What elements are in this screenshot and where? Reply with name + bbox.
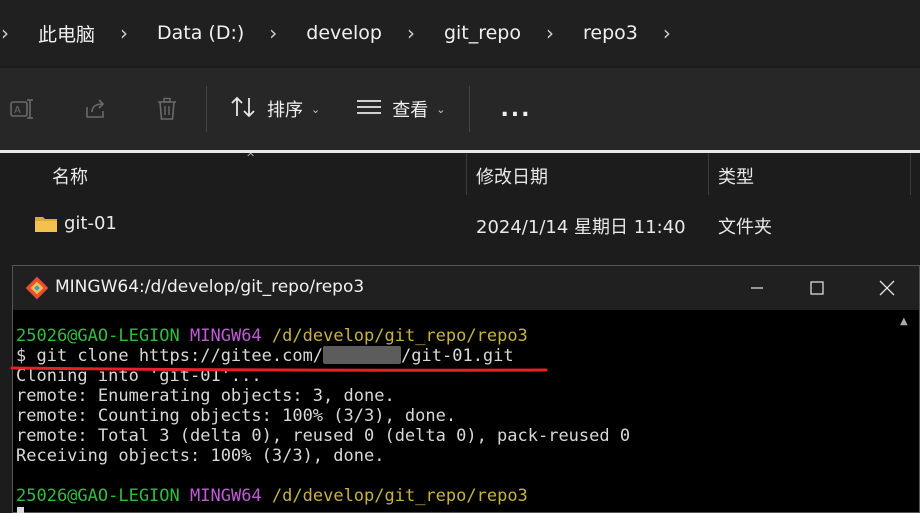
prompt-line: 25026@GAO-LEGION MINGW64 /d/develop/git_… xyxy=(16,486,896,506)
column-separator[interactable] xyxy=(910,153,911,195)
prompt-user: 25026@GAO-LEGION xyxy=(16,486,180,506)
column-separator[interactable] xyxy=(466,153,467,195)
command-bar: A 排序 ⌄ 查看 ⌄ ... xyxy=(0,68,920,150)
breadcrumb-repo3[interactable]: repo3 xyxy=(577,22,658,44)
output-line: remote: Enumerating objects: 3, done. xyxy=(16,386,395,406)
breadcrumb-chevron-icon[interactable]: › xyxy=(264,21,282,45)
output-line: remote: Counting objects: 100% (3/3), do… xyxy=(16,406,457,426)
output-line: Receiving objects: 100% (3/3), done. xyxy=(16,446,385,466)
share-icon[interactable] xyxy=(72,86,118,132)
svg-text:A: A xyxy=(14,105,21,116)
table-row[interactable]: git-01 2024/1/14 星期日 11:40 文件夹 xyxy=(0,203,920,245)
breadcrumb-data-drive[interactable]: Data (D:) xyxy=(151,22,264,44)
more-options-button[interactable]: ... xyxy=(482,97,549,122)
output-line: remote: Total 3 (delta 0), reused 0 (del… xyxy=(16,426,631,446)
prompt-env: MINGW64 xyxy=(190,486,262,506)
prompt-user: 25026@GAO-LEGION xyxy=(16,326,180,346)
breadcrumb-this-pc[interactable]: 此电脑 xyxy=(32,20,115,47)
column-header-name[interactable]: 名称 xyxy=(52,163,88,189)
file-modified: 2024/1/14 星期日 11:40 xyxy=(476,217,686,238)
prompt-path: /d/develop/git_repo/repo3 xyxy=(271,326,528,346)
sort-label: 排序 xyxy=(267,100,303,121)
breadcrumb-git-repo[interactable]: git_repo xyxy=(438,22,541,44)
prompt-env: MINGW64 xyxy=(190,326,262,346)
column-header-modified[interactable]: 修改日期 xyxy=(476,163,548,189)
empty-line xyxy=(16,466,896,486)
toolbar-divider xyxy=(206,86,207,132)
breadcrumb-develop[interactable]: develop xyxy=(300,22,402,44)
sort-ascending-icon: ^ xyxy=(246,151,256,164)
git-icon xyxy=(25,276,49,300)
delete-icon[interactable] xyxy=(144,86,190,132)
column-header-type[interactable]: 类型 xyxy=(718,163,754,189)
view-icon xyxy=(356,98,382,121)
breadcrumb-chevron-icon[interactable]: › xyxy=(402,21,420,45)
toolbar-divider xyxy=(469,86,471,132)
breadcrumb-chevron-icon[interactable]: › xyxy=(658,21,676,45)
minimize-icon[interactable] xyxy=(739,272,775,304)
terminal-window[interactable]: MINGW64:/d/develop/git_repo/repo3 25026@… xyxy=(12,265,920,513)
command-prefix: $ git clone https://gitee.com/ xyxy=(16,346,324,366)
rename-icon[interactable]: A xyxy=(0,86,46,132)
chevron-down-icon: ⌄ xyxy=(436,102,446,116)
sort-button[interactable]: 排序 ⌄ xyxy=(219,86,332,132)
terminal-title: MINGW64:/d/develop/git_repo/repo3 xyxy=(55,277,365,297)
terminal-cursor xyxy=(17,507,24,513)
prompt-path: /d/develop/git_repo/repo3 xyxy=(271,486,528,506)
maximize-icon[interactable] xyxy=(799,272,835,304)
file-name[interactable]: git-01 xyxy=(64,213,117,234)
command-line: $ git clone https://gitee.com/ /git-01.gi… xyxy=(16,346,896,366)
file-list: ^ 名称 修改日期 类型 git-01 2024/1/14 星期日 11:40 … xyxy=(0,151,920,265)
address-breadcrumb: › 此电脑 › Data (D:) › develop › git_repo ›… xyxy=(0,0,920,66)
command-suffix: /git-01.git xyxy=(401,346,514,366)
terminal-output[interactable]: 25026@GAO-LEGION MINGW64 /d/develop/git_… xyxy=(16,326,896,512)
terminal-title-bar[interactable]: MINGW64:/d/develop/git_repo/repo3 xyxy=(13,266,919,310)
column-separator[interactable] xyxy=(708,153,709,195)
sort-icon xyxy=(231,96,257,123)
scroll-up-icon[interactable]: ▲ xyxy=(900,316,908,327)
annotation-underline xyxy=(10,366,548,372)
breadcrumb-chevron-icon[interactable]: › xyxy=(0,21,14,45)
breadcrumb-chevron-icon[interactable]: › xyxy=(115,21,133,45)
prompt-line: 25026@GAO-LEGION MINGW64 /d/develop/git_… xyxy=(16,326,896,346)
view-label: 查看 xyxy=(392,100,429,121)
close-icon[interactable] xyxy=(869,272,905,304)
breadcrumb-chevron-icon[interactable]: › xyxy=(541,21,559,45)
view-button[interactable]: 查看 ⌄ xyxy=(344,86,457,132)
folder-icon xyxy=(34,215,58,233)
file-type: 文件夹 xyxy=(718,217,772,238)
chevron-down-icon: ⌄ xyxy=(311,102,321,116)
redacted-username xyxy=(323,346,402,364)
